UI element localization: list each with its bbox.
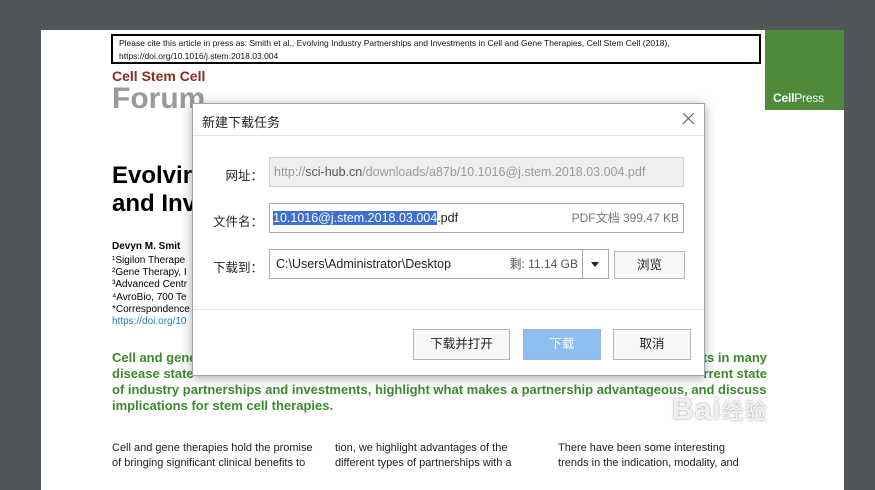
citation-box: Please cite this article in press as: Sm… (111, 34, 761, 64)
cellpress-logo-light: Press (794, 91, 824, 105)
affiliation-line: ⁴AvroBio, 700 Te (112, 291, 187, 303)
affiliation-line: ¹Sigilon Therape (112, 255, 186, 266)
footer-divider (193, 309, 704, 310)
cellpress-logo-bold: Cell (773, 91, 795, 105)
filename-selected-text: 10.1016@j.stem.2018.03.004 (273, 211, 438, 225)
watermark-text: Bai (672, 393, 722, 426)
author-line: Devyn M. Smit (112, 241, 181, 252)
body-line: of bringing significant clinical benefit… (112, 456, 306, 469)
cancel-button[interactable]: 取消 (613, 329, 691, 360)
abstract-text: of industry partnerships and investments… (112, 382, 767, 397)
filename-input[interactable]: 10.1016@j.stem.2018.03.004.pdf PDF文档 399… (269, 203, 684, 233)
dropdown-arrow-icon[interactable] (582, 250, 608, 278)
download-button[interactable]: 下载 (523, 329, 601, 360)
destination-label: 下载到： (212, 261, 263, 275)
body-column-1: Cell and gene therapies hold the promise… (112, 441, 322, 470)
baidu-watermark: Bai经验 (672, 393, 768, 427)
cellpress-logo: CellPress (765, 30, 844, 110)
url-prefix: http:// (274, 165, 306, 179)
body-line: There have been some interesting (558, 442, 725, 454)
article-title: Evolvir and Inv (112, 162, 196, 218)
dialog-header: 新建下载任务 (193, 104, 704, 136)
body-line: Cell and gene therapies hold the promise (112, 442, 313, 454)
affiliations: ¹Sigilon Therape ²Gene Therapy, I ³Advan… (112, 255, 190, 328)
dialog-title: 新建下载任务 (202, 115, 281, 130)
abstract-text: implications for stem cell therapies. (112, 398, 334, 413)
article-title-line-2: and Inv (112, 190, 197, 217)
close-icon[interactable] (680, 111, 696, 127)
abstract-text: disease state (112, 366, 194, 381)
new-download-dialog: 新建下载任务 网址： http://sci-hub.cn/downloads/a… (192, 103, 705, 376)
free-space: 剩: 11.14 GB (509, 257, 578, 271)
browse-button[interactable]: 浏览 (614, 251, 685, 279)
filename-label: 文件名： (212, 215, 263, 229)
file-size-info: PDF文档 399.47 KB (571, 211, 679, 225)
url-label: 网址： (225, 169, 263, 183)
abstract-text: Cell and gene (112, 350, 197, 365)
body-column-3: There have been some interesting trends … (558, 441, 768, 470)
body-line: trends in the indication, modality, and (558, 456, 739, 469)
body-line: different types of partnerships with a (335, 456, 512, 469)
doi-link[interactable]: https://doi.org/10 (112, 316, 190, 328)
watermark-suffix: 经验 (721, 399, 768, 424)
url-field[interactable]: http://sci-hub.cn/downloads/a87b/10.1016… (269, 157, 684, 187)
abstract-text: rrent state (703, 366, 767, 381)
destination-path: C:\Users\Administrator\Desktop (276, 257, 452, 271)
destination-select[interactable]: C:\Users\Administrator\Desktop 剩: 11.14 … (269, 249, 609, 279)
citation-line-2: https://doi.org/10.1016/j.stem.2018.03.0… (119, 51, 279, 61)
url-host: sci-hub.cn (305, 165, 363, 179)
citation-line-1: Please cite this article in press as: Sm… (119, 38, 670, 48)
article-title-line-1: Evolvir (112, 162, 193, 189)
download-and-open-button[interactable]: 下载并打开 (413, 329, 510, 360)
filename-extension: .pdf (437, 211, 459, 225)
affiliation-line: ²Gene Therapy, I (112, 267, 187, 279)
body-column-2: tion, we highlight advantages of the dif… (335, 441, 545, 470)
body-line: tion, we highlight advantages of the (335, 442, 508, 454)
affiliation-line: *Correspondence (112, 303, 190, 315)
url-path: /downloads/a87b/10.1016@j.stem.2018.03.0… (362, 165, 646, 179)
affiliation-line: ³Advanced Centr (112, 279, 188, 291)
abstract-text: ts in many (702, 350, 767, 365)
